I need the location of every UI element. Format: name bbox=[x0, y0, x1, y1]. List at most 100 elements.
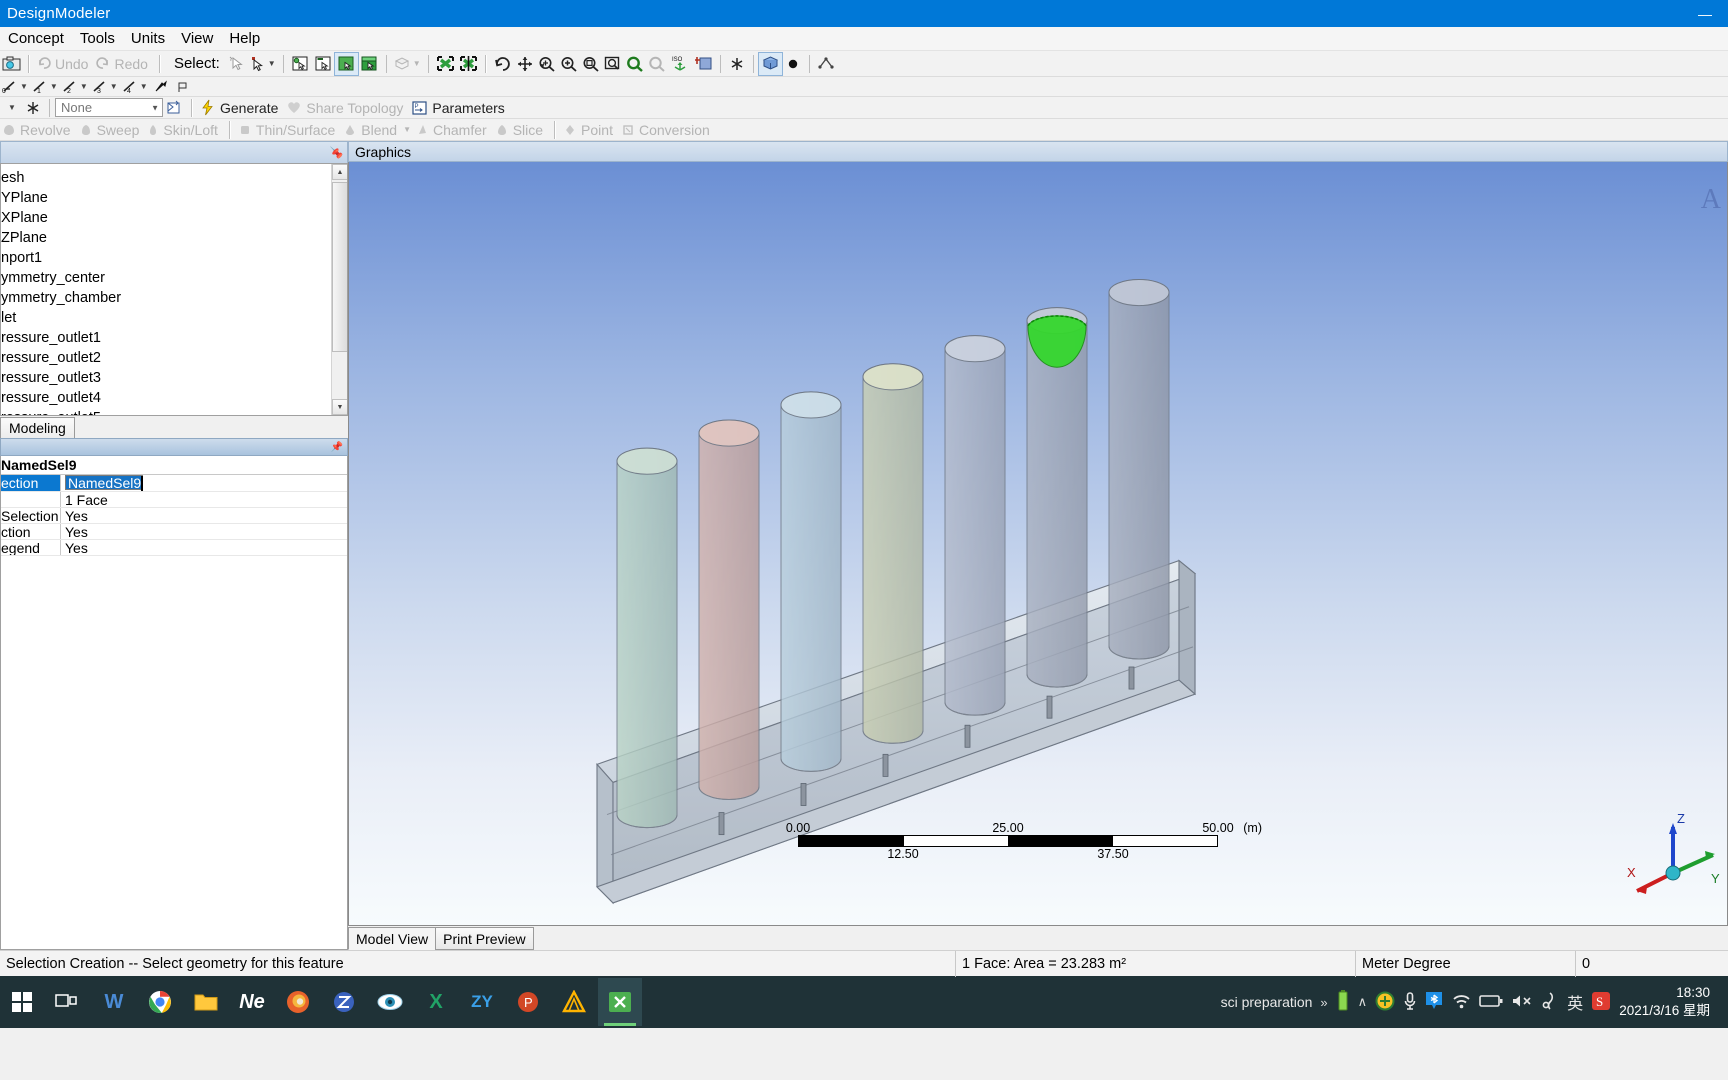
tree-item[interactable]: ressure_outlet3 bbox=[1, 368, 347, 388]
taskbar-app-word[interactable]: W bbox=[92, 978, 136, 1026]
sketch-flag-icon[interactable] bbox=[172, 76, 194, 98]
plane-0-button[interactable]: 0 ▼ bbox=[0, 76, 30, 98]
menu-item-view[interactable]: View bbox=[173, 28, 221, 49]
box-deselect-icon[interactable] bbox=[457, 53, 480, 75]
tree-item[interactable]: ressure_outlet4 bbox=[1, 388, 347, 408]
taskbar-overflow-label[interactable]: sci preparation bbox=[1221, 994, 1313, 1010]
tree-item[interactable]: ZPlane bbox=[1, 228, 347, 248]
taskbar-clock[interactable]: 18:30 2021/3/16 星期 bbox=[1619, 984, 1718, 1020]
details-value[interactable]: Yes bbox=[61, 508, 347, 524]
previous-view-icon[interactable] bbox=[646, 53, 668, 75]
update-icon[interactable] bbox=[1375, 991, 1395, 1014]
zoom-to-window-icon[interactable] bbox=[602, 53, 624, 75]
skin-loft-button[interactable]: Skin/Loft bbox=[145, 119, 223, 141]
wifi-icon[interactable] bbox=[1451, 992, 1471, 1013]
tree-item[interactable]: YPlane bbox=[1, 188, 347, 208]
redo-button[interactable]: Redo bbox=[94, 53, 153, 75]
scroll-down-arrow[interactable]: ▼ bbox=[332, 399, 347, 415]
select-edge-icon[interactable] bbox=[312, 53, 335, 75]
ruler-icon[interactable] bbox=[815, 53, 837, 75]
share-topology-button[interactable]: Share Topology bbox=[284, 97, 409, 119]
taskbar-app-chrome[interactable] bbox=[138, 978, 182, 1026]
plane-2-button[interactable]: 2 ▼ bbox=[60, 76, 90, 98]
details-row[interactable]: ection NamedSel9 bbox=[1, 475, 347, 492]
volume-mute-icon[interactable] bbox=[1511, 993, 1533, 1012]
box-select-icon[interactable] bbox=[434, 53, 457, 75]
tree-item[interactable]: ymmetry_chamber bbox=[1, 288, 347, 308]
tree-item[interactable]: ressure_outlet2 bbox=[1, 348, 347, 368]
plane-dropdown-icon[interactable]: ▼ bbox=[0, 97, 22, 119]
conversion-button[interactable]: Conversion bbox=[619, 119, 716, 141]
taskbar-app-nemo[interactable]: Ne bbox=[230, 978, 274, 1026]
pan-icon[interactable] bbox=[514, 53, 536, 75]
tab-print-preview[interactable]: Print Preview bbox=[435, 927, 534, 950]
tree-item[interactable]: ressure_outlet1 bbox=[1, 328, 347, 348]
details-value[interactable]: Yes bbox=[61, 524, 347, 540]
tree-item[interactable]: ymmetry_center bbox=[1, 268, 347, 288]
details-value[interactable]: NamedSel9 bbox=[61, 475, 347, 491]
plane-icon[interactable] bbox=[22, 97, 44, 119]
taskbar-app-file-explorer[interactable] bbox=[184, 978, 228, 1026]
show-hidden-icons-chevron[interactable]: ∧ bbox=[1358, 994, 1368, 1010]
name-edit-field[interactable]: NamedSel9 bbox=[65, 475, 144, 491]
details-row[interactable]: egend Yes bbox=[1, 540, 347, 556]
sogou-input-icon[interactable]: S bbox=[1591, 991, 1611, 1014]
menu-item-units[interactable]: Units bbox=[123, 28, 173, 49]
taskbar-app-excel[interactable]: X bbox=[414, 978, 458, 1026]
select-face-icon[interactable] bbox=[333, 51, 359, 76]
task-view-icon[interactable] bbox=[44, 978, 88, 1026]
graphics-canvas[interactable]: A 0.00 25.00 50.00 (m) 12.50 37.50 X Y Z bbox=[349, 162, 1727, 925]
onedrive-icon[interactable] bbox=[1541, 991, 1559, 1014]
slice-button[interactable]: Slice bbox=[493, 119, 549, 141]
tab-modeling[interactable]: Modeling bbox=[0, 417, 75, 438]
tree-item[interactable]: let bbox=[1, 308, 347, 328]
zoom-to-fit-icon[interactable] bbox=[624, 53, 646, 75]
undo-button[interactable]: Undo bbox=[35, 53, 94, 75]
select-body-icon[interactable] bbox=[358, 53, 381, 75]
cursor-select-icon[interactable] bbox=[226, 53, 248, 75]
windows-start-icon[interactable] bbox=[0, 978, 44, 1026]
tree-item[interactable]: ressure_outlet5 bbox=[1, 408, 347, 415]
rotate-icon[interactable] bbox=[492, 53, 514, 75]
details-row[interactable]: ction Yes bbox=[1, 524, 347, 540]
tree-item[interactable]: nport1 bbox=[1, 248, 347, 268]
menu-item-help[interactable]: Help bbox=[221, 28, 268, 49]
zoom-in-icon[interactable] bbox=[558, 53, 580, 75]
chamfer-button[interactable]: Chamfer bbox=[413, 119, 493, 141]
axis-triad[interactable]: X Y Z bbox=[1625, 811, 1721, 907]
model-tree[interactable]: esh YPlane XPlane ZPlane nport1 ymmetry_… bbox=[0, 163, 348, 416]
scrollbar-thumb[interactable] bbox=[332, 182, 347, 352]
point-button[interactable]: Point bbox=[561, 119, 619, 141]
cad-model-render[interactable] bbox=[349, 162, 1727, 925]
display-model-icon[interactable] bbox=[757, 51, 783, 76]
new-sketch-icon[interactable] bbox=[163, 97, 186, 119]
minimize-button[interactable]: — bbox=[1682, 0, 1728, 27]
thin-surface-button[interactable]: Thin/Surface bbox=[236, 119, 341, 141]
ime-language-icon[interactable]: 英 bbox=[1567, 990, 1583, 1014]
taskbar-app-powerpoint[interactable]: P bbox=[506, 978, 550, 1026]
taskbar-app-zy[interactable]: ZY bbox=[460, 978, 504, 1026]
details-value[interactable]: 1 Face bbox=[61, 492, 347, 508]
pin-icon[interactable]: 📌 bbox=[330, 146, 343, 160]
taskbar-app-designmodeler[interactable] bbox=[598, 978, 642, 1026]
graphics-viewport[interactable]: A 0.00 25.00 50.00 (m) 12.50 37.50 X Y Z bbox=[348, 162, 1728, 926]
taskbar-app-eye-reader[interactable] bbox=[368, 978, 412, 1026]
select-vertex-icon[interactable] bbox=[289, 53, 312, 75]
cursor-dropdown-icon[interactable]: ▼ bbox=[248, 53, 278, 75]
box-zoom-icon[interactable] bbox=[580, 53, 602, 75]
usb-battery-icon[interactable] bbox=[1336, 989, 1350, 1015]
plane-3-button[interactable]: 3 ▼ bbox=[90, 76, 120, 98]
taskbar-app-ansys-workbench[interactable] bbox=[552, 978, 596, 1026]
new-plane-icon[interactable] bbox=[692, 53, 715, 75]
zoom-icon[interactable] bbox=[536, 53, 558, 75]
look-at-icon[interactable] bbox=[726, 53, 748, 75]
plane-selector[interactable]: None ▼ bbox=[55, 98, 163, 117]
plane-1-button[interactable]: 1 ▼ bbox=[30, 76, 60, 98]
battery-icon[interactable] bbox=[1479, 994, 1503, 1011]
details-row[interactable]: 1 Face bbox=[1, 492, 347, 508]
plane-4-button[interactable]: 4 ▼ bbox=[120, 76, 150, 98]
tab-model-view[interactable]: Model View bbox=[348, 927, 437, 950]
overflow-chevron-icon[interactable]: » bbox=[1320, 995, 1327, 1010]
scroll-up-arrow[interactable]: ▲ bbox=[332, 164, 347, 180]
taskbar-app-zotero[interactable] bbox=[322, 978, 366, 1026]
